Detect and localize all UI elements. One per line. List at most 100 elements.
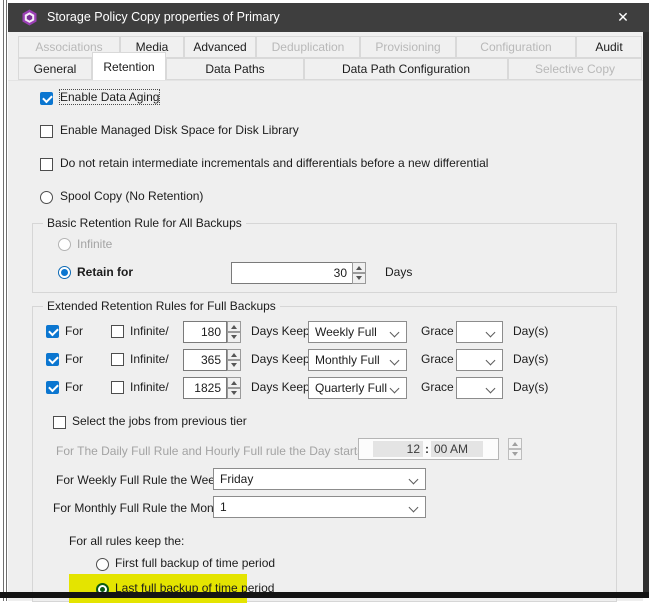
- for-checkbox[interactable]: [46, 325, 59, 338]
- tab-selective-copy[interactable]: Selective Copy: [508, 58, 642, 80]
- days-input[interactable]: 365: [183, 349, 227, 371]
- minute-ampm-segment: 00 AM: [431, 441, 483, 457]
- for-checkbox[interactable]: [46, 381, 59, 394]
- time-spinner: [508, 438, 522, 460]
- days-keep-label: Days Keep: [251, 324, 310, 338]
- infinite-checkbox[interactable]: [111, 325, 124, 338]
- chevron-down-icon: [486, 356, 496, 366]
- tab-audit[interactable]: Audit: [576, 36, 642, 58]
- days-input[interactable]: 1825: [183, 377, 227, 399]
- retention-tab-panel: Enable Data Aging Enable Managed Disk Sp…: [8, 80, 643, 601]
- basic-retention-group-title: Basic Retention Rule for All Backups: [43, 216, 246, 230]
- period-dropdown[interactable]: Monthly Full: [308, 349, 407, 371]
- days-input[interactable]: 180: [183, 321, 227, 343]
- tab-configuration[interactable]: Configuration: [456, 36, 576, 58]
- spin-down-icon[interactable]: [227, 360, 241, 371]
- day-unit-label: Day(s): [513, 352, 548, 366]
- period-dropdown[interactable]: Quarterly Full: [308, 377, 407, 399]
- extended-rule-row: For Infinite/ 1825 Days Keep Quarterly F…: [33, 377, 616, 399]
- for-checkbox[interactable]: [46, 353, 59, 366]
- tab-data-paths[interactable]: Data Paths: [166, 58, 304, 80]
- extended-rule-row: For Infinite/ 365 Days Keep Monthly Full…: [33, 349, 616, 371]
- window-frame-line: [6, 0, 7, 601]
- spin-up-icon[interactable]: [227, 321, 241, 332]
- grace-label: Grace: [421, 380, 454, 394]
- retain-for-label[interactable]: Retain for: [77, 265, 133, 279]
- retain-for-radio[interactable]: [58, 266, 71, 279]
- for-label[interactable]: For: [65, 352, 83, 366]
- retain-days-input[interactable]: 30: [231, 262, 353, 284]
- spin-down-icon[interactable]: [352, 273, 366, 284]
- for-label[interactable]: For: [65, 380, 83, 394]
- spin-down-icon[interactable]: [227, 332, 241, 343]
- grace-dropdown[interactable]: [456, 321, 503, 343]
- grace-label: Grace: [421, 352, 454, 366]
- tab-data-path-configuration[interactable]: Data Path Configuration: [304, 58, 508, 80]
- tab-deduplication[interactable]: Deduplication: [256, 36, 360, 58]
- chevron-down-icon: [390, 328, 400, 338]
- no-intermediate-label[interactable]: Do not retain intermediate incrementals …: [60, 156, 488, 170]
- basic-retention-group: Basic Retention Rule for All Backups Inf…: [32, 223, 617, 293]
- days-keep-label: Days Keep: [251, 380, 310, 394]
- infinite-checkbox[interactable]: [111, 381, 124, 394]
- keep-rules-label: For all rules keep the:: [69, 534, 184, 548]
- tab-general[interactable]: General: [18, 58, 92, 80]
- grace-dropdown[interactable]: [456, 377, 503, 399]
- first-full-backup-radio[interactable]: [96, 558, 109, 571]
- select-jobs-previous-tier-checkbox[interactable]: [53, 416, 66, 429]
- week-starts-on-dropdown[interactable]: Friday: [213, 468, 426, 490]
- spool-copy-radio[interactable]: [40, 191, 53, 204]
- spin-down-icon: [508, 449, 522, 460]
- spin-down-icon[interactable]: [227, 388, 241, 399]
- spin-up-icon[interactable]: [227, 377, 241, 388]
- day-starts-at-time-field: 12 : 00 AM: [358, 438, 499, 460]
- infinite-slash-label[interactable]: Infinite/: [130, 380, 169, 394]
- days-spinner[interactable]: [227, 377, 241, 399]
- titlebar[interactable]: Storage Policy Copy properties of Primar…: [8, 3, 649, 32]
- month-starts-on-dropdown[interactable]: 1: [213, 496, 426, 518]
- managed-disk-space-label[interactable]: Enable Managed Disk Space for Disk Libra…: [60, 123, 299, 137]
- days-spinner[interactable]: [227, 349, 241, 371]
- infinite-slash-label[interactable]: Infinite/: [130, 352, 169, 366]
- background-window-edge: [643, 32, 649, 592]
- grace-label: Grace: [421, 324, 454, 338]
- day-unit-label: Day(s): [513, 380, 548, 394]
- tab-advanced[interactable]: Advanced: [184, 36, 256, 58]
- extended-retention-group: Extended Retention Rules for Full Backup…: [32, 306, 617, 602]
- chevron-down-icon: [486, 328, 496, 338]
- tab-strip: Associations Media Advanced Deduplicatio…: [8, 32, 643, 80]
- select-jobs-previous-tier-label[interactable]: Select the jobs from previous tier: [72, 414, 247, 428]
- spin-up-icon[interactable]: [352, 262, 366, 273]
- chevron-down-icon: [486, 384, 496, 394]
- enable-data-aging-label[interactable]: Enable Data Aging: [60, 90, 159, 104]
- spin-up-icon[interactable]: [227, 349, 241, 360]
- tab-provisioning[interactable]: Provisioning: [360, 36, 456, 58]
- window-frame-line: [3, 0, 4, 601]
- no-intermediate-checkbox[interactable]: [40, 158, 53, 171]
- window-title: Storage Policy Copy properties of Primar…: [47, 10, 280, 24]
- days-spinner[interactable]: [227, 321, 241, 343]
- grace-dropdown[interactable]: [456, 349, 503, 371]
- days-keep-label: Days Keep: [251, 352, 310, 366]
- hour-segment: 12: [373, 441, 423, 457]
- chevron-down-icon: [409, 475, 419, 485]
- days-unit-label: Days: [385, 265, 412, 279]
- tab-retention[interactable]: Retention: [92, 52, 166, 80]
- chevron-down-icon: [390, 356, 400, 366]
- extended-rule-row: For Infinite/ 180 Days Keep Weekly Full …: [33, 321, 616, 343]
- bottom-window-edge: [0, 592, 649, 598]
- first-full-backup-label[interactable]: First full backup of time period: [115, 556, 275, 570]
- infinite-slash-label[interactable]: Infinite/: [130, 324, 169, 338]
- retain-days-spinner[interactable]: [352, 262, 366, 284]
- infinite-checkbox[interactable]: [111, 353, 124, 366]
- close-button[interactable]: ✕: [607, 3, 639, 32]
- day-starts-at-label: For The Daily Full Rule and Hourly Full …: [56, 444, 380, 458]
- for-label[interactable]: For: [65, 324, 83, 338]
- enable-data-aging-checkbox[interactable]: [40, 92, 53, 105]
- dialog-body: Associations Media Advanced Deduplicatio…: [8, 32, 643, 601]
- time-separator: :: [423, 442, 431, 456]
- period-dropdown[interactable]: Weekly Full: [308, 321, 407, 343]
- day-unit-label: Day(s): [513, 324, 548, 338]
- managed-disk-space-checkbox[interactable]: [40, 125, 53, 138]
- spool-copy-label[interactable]: Spool Copy (No Retention): [60, 189, 203, 203]
